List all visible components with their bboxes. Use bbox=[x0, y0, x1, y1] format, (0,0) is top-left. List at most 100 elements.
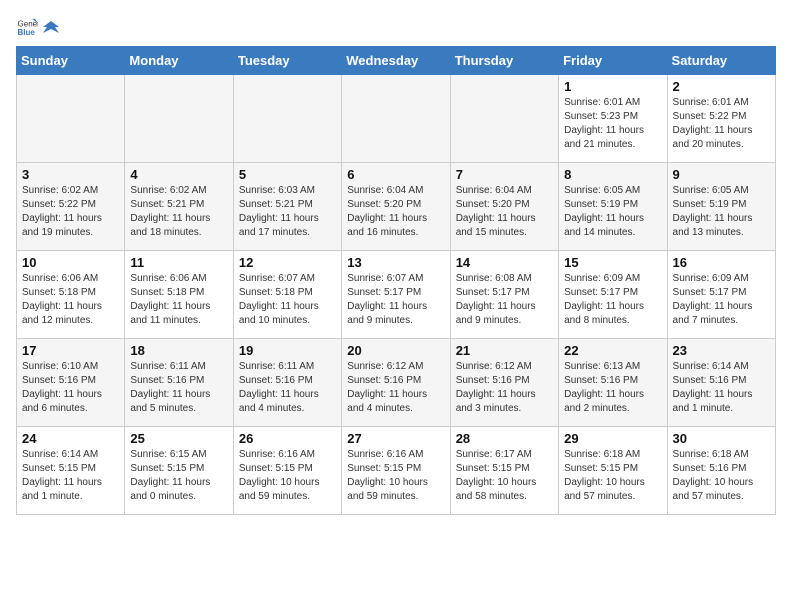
day-number: 28 bbox=[456, 431, 553, 446]
column-header-saturday: Saturday bbox=[667, 47, 775, 75]
week-row-4: 17 Sunrise: 6:10 AM Sunset: 5:16 PM Dayli… bbox=[17, 339, 776, 427]
column-header-thursday: Thursday bbox=[450, 47, 558, 75]
day-cell: 14Sunrise: 6:08 AM Sunset: 5:17 PM Dayli… bbox=[450, 251, 558, 339]
day-info: Sunrise: 6:09 AM Sunset: 5:17 PM Dayligh… bbox=[564, 272, 661, 328]
day-info: Sunrise: 6:02 AM Sunset: 5:21 PM Dayligh… bbox=[130, 184, 227, 240]
day-cell: 27 Sunrise: 6:16 AM Sunset: 5:15 PM Dayli… bbox=[342, 427, 450, 515]
day-cell bbox=[450, 75, 558, 163]
day-info: Sunrise: 6:05 AM Sunset: 5:19 PM Dayligh… bbox=[564, 184, 661, 240]
day-info: Sunrise: 6:04 AM Sunset: 5:20 PM Dayligh… bbox=[347, 184, 444, 240]
day-info: Sunrise: 6:07 AM Sunset: 5:18 PM Dayligh… bbox=[239, 272, 336, 328]
day-info: Sunrise: 6:12 AM Sunset: 5:16 PM Dayligh… bbox=[347, 360, 444, 416]
logo-bird-icon bbox=[43, 19, 59, 35]
day-number: 26 bbox=[239, 431, 336, 446]
day-number: 6 bbox=[347, 167, 444, 182]
day-cell: 13 Sunrise: 6:07 AM Sunset: 5:17 PM Dayli… bbox=[342, 251, 450, 339]
day-number: 27 bbox=[347, 431, 444, 446]
day-cell: 8 Sunrise: 6:05 AM Sunset: 5:19 PM Daylig… bbox=[559, 163, 667, 251]
day-cell: 7 Sunrise: 6:04 AM Sunset: 5:20 PM Daylig… bbox=[450, 163, 558, 251]
day-cell: 2Sunrise: 6:01 AM Sunset: 5:22 PM Daylig… bbox=[667, 75, 775, 163]
day-info: Sunrise: 6:01 AM Sunset: 5:23 PM Dayligh… bbox=[564, 96, 661, 152]
column-header-sunday: Sunday bbox=[17, 47, 125, 75]
day-cell: 19 Sunrise: 6:11 AM Sunset: 5:16 PM Dayli… bbox=[233, 339, 341, 427]
day-cell: 26 Sunrise: 6:16 AM Sunset: 5:15 PM Dayli… bbox=[233, 427, 341, 515]
day-number: 12 bbox=[239, 255, 336, 270]
day-number: 1 bbox=[564, 79, 661, 94]
day-number: 19 bbox=[239, 343, 336, 358]
day-info: Sunrise: 6:03 AM Sunset: 5:21 PM Dayligh… bbox=[239, 184, 336, 240]
day-cell: 5 Sunrise: 6:03 AM Sunset: 5:21 PM Daylig… bbox=[233, 163, 341, 251]
day-info: Sunrise: 6:06 AM Sunset: 5:18 PM Dayligh… bbox=[130, 272, 227, 328]
day-info: Sunrise: 6:10 AM Sunset: 5:16 PM Dayligh… bbox=[22, 360, 119, 416]
day-cell: 18 Sunrise: 6:11 AM Sunset: 5:16 PM Dayli… bbox=[125, 339, 233, 427]
column-header-wednesday: Wednesday bbox=[342, 47, 450, 75]
day-cell bbox=[17, 75, 125, 163]
day-cell: 10 Sunrise: 6:06 AM Sunset: 5:18 PM Dayli… bbox=[17, 251, 125, 339]
column-header-tuesday: Tuesday bbox=[233, 47, 341, 75]
day-number: 14 bbox=[456, 255, 553, 270]
day-cell: 20Sunrise: 6:12 AM Sunset: 5:16 PM Dayli… bbox=[342, 339, 450, 427]
day-info: Sunrise: 6:18 AM Sunset: 5:16 PM Dayligh… bbox=[673, 448, 770, 504]
day-number: 2 bbox=[673, 79, 770, 94]
day-info: Sunrise: 6:11 AM Sunset: 5:16 PM Dayligh… bbox=[130, 360, 227, 416]
day-cell: 11Sunrise: 6:06 AM Sunset: 5:18 PM Dayli… bbox=[125, 251, 233, 339]
day-info: Sunrise: 6:12 AM Sunset: 5:16 PM Dayligh… bbox=[456, 360, 553, 416]
day-cell: 1 Sunrise: 6:01 AM Sunset: 5:23 PM Daylig… bbox=[559, 75, 667, 163]
day-number: 23 bbox=[673, 343, 770, 358]
day-number: 22 bbox=[564, 343, 661, 358]
day-info: Sunrise: 6:17 AM Sunset: 5:15 PM Dayligh… bbox=[456, 448, 553, 504]
week-row-5: 24Sunrise: 6:14 AM Sunset: 5:15 PM Dayli… bbox=[17, 427, 776, 515]
day-cell bbox=[233, 75, 341, 163]
day-cell: 21 Sunrise: 6:12 AM Sunset: 5:16 PM Dayli… bbox=[450, 339, 558, 427]
header-row: SundayMondayTuesdayWednesdayThursdayFrid… bbox=[17, 47, 776, 75]
day-number: 30 bbox=[673, 431, 770, 446]
day-number: 10 bbox=[22, 255, 119, 270]
day-number: 4 bbox=[130, 167, 227, 182]
column-header-monday: Monday bbox=[125, 47, 233, 75]
day-number: 13 bbox=[347, 255, 444, 270]
week-row-1: 1 Sunrise: 6:01 AM Sunset: 5:23 PM Daylig… bbox=[17, 75, 776, 163]
day-info: Sunrise: 6:06 AM Sunset: 5:18 PM Dayligh… bbox=[22, 272, 119, 328]
day-cell bbox=[342, 75, 450, 163]
day-number: 8 bbox=[564, 167, 661, 182]
day-number: 5 bbox=[239, 167, 336, 182]
day-info: Sunrise: 6:13 AM Sunset: 5:16 PM Dayligh… bbox=[564, 360, 661, 416]
day-info: Sunrise: 6:14 AM Sunset: 5:16 PM Dayligh… bbox=[673, 360, 770, 416]
day-cell: 3 Sunrise: 6:02 AM Sunset: 5:22 PM Daylig… bbox=[17, 163, 125, 251]
day-info: Sunrise: 6:05 AM Sunset: 5:19 PM Dayligh… bbox=[673, 184, 770, 240]
day-number: 7 bbox=[456, 167, 553, 182]
day-cell: 22 Sunrise: 6:13 AM Sunset: 5:16 PM Dayli… bbox=[559, 339, 667, 427]
day-cell: 16 Sunrise: 6:09 AM Sunset: 5:17 PM Dayli… bbox=[667, 251, 775, 339]
day-info: Sunrise: 6:02 AM Sunset: 5:22 PM Dayligh… bbox=[22, 184, 119, 240]
logo-icon: General Blue bbox=[16, 16, 38, 38]
day-info: Sunrise: 6:16 AM Sunset: 5:15 PM Dayligh… bbox=[239, 448, 336, 504]
week-row-2: 3 Sunrise: 6:02 AM Sunset: 5:22 PM Daylig… bbox=[17, 163, 776, 251]
day-cell: 4 Sunrise: 6:02 AM Sunset: 5:21 PM Daylig… bbox=[125, 163, 233, 251]
day-number: 24 bbox=[22, 431, 119, 446]
day-number: 16 bbox=[673, 255, 770, 270]
week-row-3: 10 Sunrise: 6:06 AM Sunset: 5:18 PM Dayli… bbox=[17, 251, 776, 339]
day-number: 17 bbox=[22, 343, 119, 358]
day-number: 3 bbox=[22, 167, 119, 182]
day-cell: 24Sunrise: 6:14 AM Sunset: 5:15 PM Dayli… bbox=[17, 427, 125, 515]
day-info: Sunrise: 6:16 AM Sunset: 5:15 PM Dayligh… bbox=[347, 448, 444, 504]
logo: General Blue bbox=[16, 16, 60, 38]
day-cell: 17 Sunrise: 6:10 AM Sunset: 5:16 PM Dayli… bbox=[17, 339, 125, 427]
day-info: Sunrise: 6:04 AM Sunset: 5:20 PM Dayligh… bbox=[456, 184, 553, 240]
day-cell: 25Sunrise: 6:15 AM Sunset: 5:15 PM Dayli… bbox=[125, 427, 233, 515]
day-cell: 28 Sunrise: 6:17 AM Sunset: 5:15 PM Dayli… bbox=[450, 427, 558, 515]
day-cell: 23 Sunrise: 6:14 AM Sunset: 5:16 PM Dayli… bbox=[667, 339, 775, 427]
day-info: Sunrise: 6:18 AM Sunset: 5:15 PM Dayligh… bbox=[564, 448, 661, 504]
day-number: 21 bbox=[456, 343, 553, 358]
day-cell: 30 Sunrise: 6:18 AM Sunset: 5:16 PM Dayli… bbox=[667, 427, 775, 515]
day-number: 15 bbox=[564, 255, 661, 270]
day-number: 18 bbox=[130, 343, 227, 358]
day-number: 25 bbox=[130, 431, 227, 446]
day-number: 29 bbox=[564, 431, 661, 446]
calendar-table: SundayMondayTuesdayWednesdayThursdayFrid… bbox=[16, 46, 776, 515]
day-info: Sunrise: 6:09 AM Sunset: 5:17 PM Dayligh… bbox=[673, 272, 770, 328]
page-header: General Blue bbox=[16, 16, 776, 38]
column-header-friday: Friday bbox=[559, 47, 667, 75]
day-info: Sunrise: 6:11 AM Sunset: 5:16 PM Dayligh… bbox=[239, 360, 336, 416]
day-info: Sunrise: 6:07 AM Sunset: 5:17 PM Dayligh… bbox=[347, 272, 444, 328]
